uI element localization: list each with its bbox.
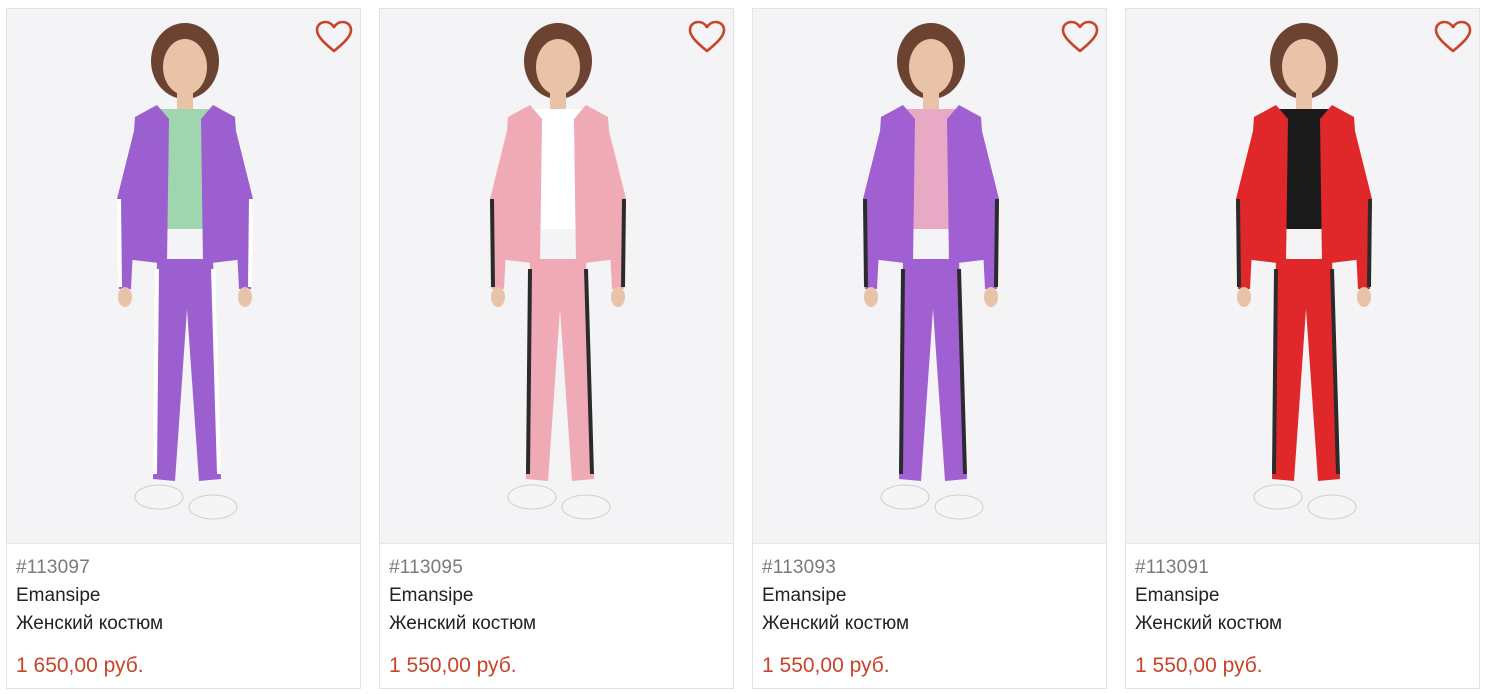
- model-neck: [177, 91, 193, 111]
- model-sneaker: [1253, 484, 1303, 510]
- favorite-heart-icon[interactable]: [1433, 19, 1473, 55]
- model-neck: [1296, 91, 1312, 111]
- model-hand: [864, 287, 878, 307]
- model-sneaker: [934, 494, 984, 520]
- favorite-heart-icon[interactable]: [1060, 19, 1100, 55]
- model-hand: [984, 287, 998, 307]
- model-figure: [117, 23, 253, 520]
- product-card[interactable]: #113095 Emansipe Женский костюм 1 550,00…: [379, 8, 734, 689]
- sleeve-stripe: [117, 198, 122, 288]
- model-figure: [863, 23, 999, 520]
- product-title[interactable]: Женский костюм: [1135, 613, 1282, 635]
- model-hand: [611, 287, 625, 307]
- pant-stripe: [899, 268, 905, 475]
- product-photo[interactable]: [7, 9, 360, 543]
- heart-outline-icon: [1434, 20, 1472, 53]
- model-face: [536, 39, 580, 95]
- sleeve-stripe: [248, 198, 253, 288]
- product-brand[interactable]: Emansipe: [16, 585, 101, 607]
- model-pants: [899, 259, 967, 481]
- product-sku: #113093: [762, 557, 836, 578]
- product-title[interactable]: Женский костюм: [16, 613, 163, 635]
- product-price: 1 550,00 руб.: [389, 654, 517, 677]
- product-brand[interactable]: Emansipe: [1135, 585, 1220, 607]
- model-pants: [1272, 259, 1340, 481]
- model-figure: [490, 23, 626, 520]
- sleeve-stripe: [994, 198, 999, 288]
- model-hand: [1357, 287, 1371, 307]
- model-pants: [153, 259, 221, 481]
- product-sku: #113097: [16, 557, 90, 578]
- model-hand: [1237, 287, 1251, 307]
- product-photo[interactable]: [1126, 9, 1479, 543]
- sleeve-stripe: [1367, 198, 1372, 288]
- sleeve-stripe: [863, 198, 868, 288]
- product-card[interactable]: #113091 Emansipe Женский костюм 1 550,00…: [1125, 8, 1480, 689]
- model-hand: [238, 287, 252, 307]
- model-hand: [118, 287, 132, 307]
- product-photo[interactable]: [753, 9, 1106, 543]
- product-price: 1 550,00 руб.: [762, 654, 890, 677]
- pant-stripe: [153, 268, 159, 475]
- product-price: 1 650,00 руб.: [16, 654, 144, 677]
- product-info: #113093 Emansipe Женский костюм 1 550,00…: [753, 543, 1106, 688]
- heart-outline-icon: [1061, 20, 1099, 53]
- heart-outline-icon: [688, 20, 726, 53]
- model-sneaker: [880, 484, 930, 510]
- product-sku: #113091: [1135, 557, 1209, 578]
- model-hand: [491, 287, 505, 307]
- product-card[interactable]: #113093 Emansipe Женский костюм 1 550,00…: [752, 8, 1107, 689]
- sleeve-stripe: [490, 198, 495, 288]
- heart-outline-icon: [315, 20, 353, 53]
- favorite-heart-icon[interactable]: [687, 19, 727, 55]
- product-info: #113097 Emansipe Женский костюм 1 650,00…: [7, 543, 360, 688]
- model-face: [909, 39, 953, 95]
- model-sneaker: [188, 494, 238, 520]
- model-sneaker: [1307, 494, 1357, 520]
- model-neck: [923, 91, 939, 111]
- model-sneaker: [134, 484, 184, 510]
- product-title[interactable]: Женский костюм: [762, 613, 909, 635]
- product-info: #113095 Emansipe Женский костюм 1 550,00…: [380, 543, 733, 688]
- product-info: #113091 Emansipe Женский костюм 1 550,00…: [1126, 543, 1479, 688]
- model-sneaker: [507, 484, 557, 510]
- favorite-heart-icon[interactable]: [314, 19, 354, 55]
- model-sneaker: [561, 494, 611, 520]
- product-photo[interactable]: [380, 9, 733, 543]
- model-face: [163, 39, 207, 95]
- pant-stripe: [526, 268, 532, 475]
- model-pants: [526, 259, 594, 481]
- sleeve-stripe: [1236, 198, 1241, 288]
- product-sku: #113095: [389, 557, 463, 578]
- product-brand[interactable]: Emansipe: [762, 585, 847, 607]
- product-grid: #113097 Emansipe Женский костюм 1 650,00…: [0, 0, 1501, 694]
- product-brand[interactable]: Emansipe: [389, 585, 474, 607]
- sleeve-stripe: [621, 198, 626, 288]
- model-face: [1282, 39, 1326, 95]
- product-title[interactable]: Женский костюм: [389, 613, 536, 635]
- product-card[interactable]: #113097 Emansipe Женский костюм 1 650,00…: [6, 8, 361, 689]
- model-neck: [550, 91, 566, 111]
- pant-stripe: [1272, 268, 1278, 475]
- model-figure: [1236, 23, 1372, 520]
- product-price: 1 550,00 руб.: [1135, 654, 1263, 677]
